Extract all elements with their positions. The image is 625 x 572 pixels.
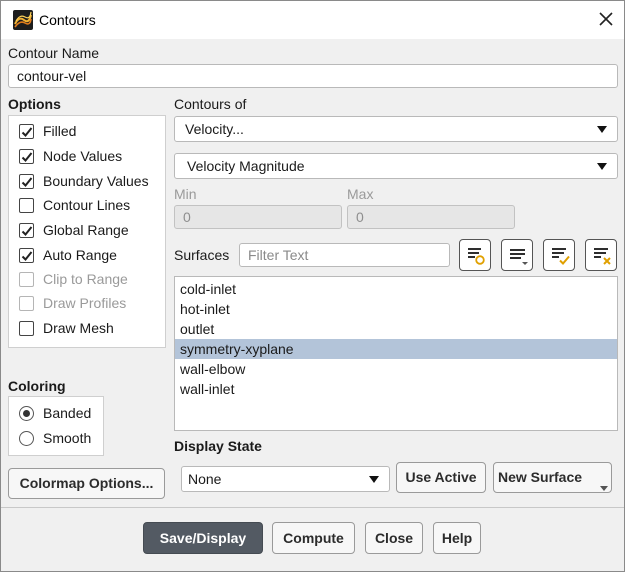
surface-item-hot-inlet[interactable]: hot-inlet [175, 299, 617, 319]
surface-item-outlet[interactable]: outlet [175, 319, 617, 339]
checkmark-icon [21, 226, 33, 236]
smooth-label: Smooth [43, 430, 92, 446]
checkmark-icon [21, 177, 33, 187]
colormap-options-button[interactable]: Colormap Options... [8, 468, 165, 499]
max-input: 0 [347, 205, 515, 229]
surfaces-filter-input[interactable]: Filter Text [239, 243, 450, 267]
banded-label: Banded [43, 405, 92, 421]
contour-name-label: Contour Name [8, 45, 100, 61]
save-display-button[interactable]: Save/Display [143, 522, 263, 554]
help-button[interactable]: Help [433, 522, 481, 554]
chevron-down-icon [369, 476, 379, 483]
radio-dot [23, 410, 30, 417]
surfaces-label: Surfaces [174, 247, 230, 263]
compute-button[interactable]: Compute [272, 522, 355, 554]
checkbox-box [19, 223, 34, 238]
contour-name-value: contour-vel [17, 68, 87, 84]
display-state-select[interactable]: None [181, 466, 390, 492]
node-values-label: Node Values [43, 148, 123, 164]
max-value: 0 [356, 209, 364, 225]
radio-circle [19, 406, 34, 421]
chevron-down-icon [600, 486, 608, 491]
filled-label: Filled [43, 123, 77, 139]
select-menu-button[interactable] [501, 239, 533, 271]
contour-name-input[interactable]: contour-vel [8, 64, 618, 88]
surface-item-cold-inlet[interactable]: cold-inlet [175, 279, 617, 299]
contours-app-icon [13, 10, 33, 30]
filter-placeholder: Filter Text [248, 247, 309, 263]
min-value: 0 [183, 209, 191, 225]
contours-dialog: Contours Contour Name contour-vel Option… [0, 0, 625, 572]
new-surface-filter-button[interactable] [459, 239, 491, 271]
footer-separator [1, 507, 624, 508]
draw-mesh-label: Draw Mesh [43, 320, 114, 336]
checkbox-box [19, 174, 34, 189]
options-group: Filled Node Values Boundary Values Conto… [8, 115, 166, 348]
surfaces-list[interactable]: cold-inlet hot-inlet outlet symmetry-xyp… [174, 276, 618, 431]
checkmark-icon [21, 152, 33, 162]
min-input: 0 [174, 205, 342, 229]
category-value: Velocity... [185, 121, 244, 137]
coloring-heading: Coloring [8, 378, 66, 394]
new-surface-filter-icon [468, 248, 485, 265]
chevron-down-icon [597, 163, 607, 170]
deselect-all-icon [594, 248, 611, 265]
contour-lines-label: Contour Lines [43, 197, 131, 213]
boundary-values-label: Boundary Values [43, 173, 149, 189]
display-state-label: Display State [174, 438, 262, 454]
display-state-value: None [188, 471, 222, 487]
global-range-label: Global Range [43, 222, 129, 238]
checkbox-box [19, 296, 34, 311]
quantity-value: Velocity Magnitude [187, 158, 305, 174]
title-bar: Contours [1, 1, 624, 39]
select-all-button[interactable] [543, 239, 575, 271]
coloring-group: Banded Smooth [8, 396, 104, 456]
surface-item-wall-elbow[interactable]: wall-elbow [175, 359, 617, 379]
auto-range-label: Auto Range [43, 247, 117, 263]
deselect-all-button[interactable] [585, 239, 617, 271]
draw-profiles-label: Draw Profiles [43, 295, 127, 311]
checkmark-icon [21, 251, 33, 261]
select-all-icon [552, 248, 570, 265]
checkbox-box [19, 272, 34, 287]
checkbox-box [19, 149, 34, 164]
select-menu-icon [510, 249, 528, 265]
close-icon[interactable] [595, 8, 617, 30]
checkbox-box [19, 248, 34, 263]
chevron-down-icon [597, 126, 607, 133]
contours-of-category-select[interactable]: Velocity... [174, 116, 618, 142]
contours-of-label: Contours of [174, 96, 247, 112]
max-label: Max [347, 186, 374, 202]
surface-item-wall-inlet[interactable]: wall-inlet [175, 379, 617, 399]
radio-circle [19, 431, 34, 446]
min-label: Min [174, 186, 197, 202]
contours-of-quantity-select[interactable]: Velocity Magnitude [174, 153, 618, 179]
checkbox-box [19, 198, 34, 213]
checkbox-box [19, 321, 34, 336]
close-button[interactable]: Close [365, 522, 423, 554]
new-surface-label: New Surface [498, 469, 583, 485]
use-active-button[interactable]: Use Active [396, 462, 486, 493]
window-title: Contours [39, 12, 96, 28]
options-heading: Options [8, 96, 61, 112]
checkbox-box [19, 124, 34, 139]
surface-item-symmetry-xyplane[interactable]: symmetry-xyplane [175, 339, 617, 359]
new-surface-button[interactable]: New Surface [493, 462, 612, 493]
checkmark-icon [21, 127, 33, 137]
clip-to-range-label: Clip to Range [43, 271, 128, 287]
